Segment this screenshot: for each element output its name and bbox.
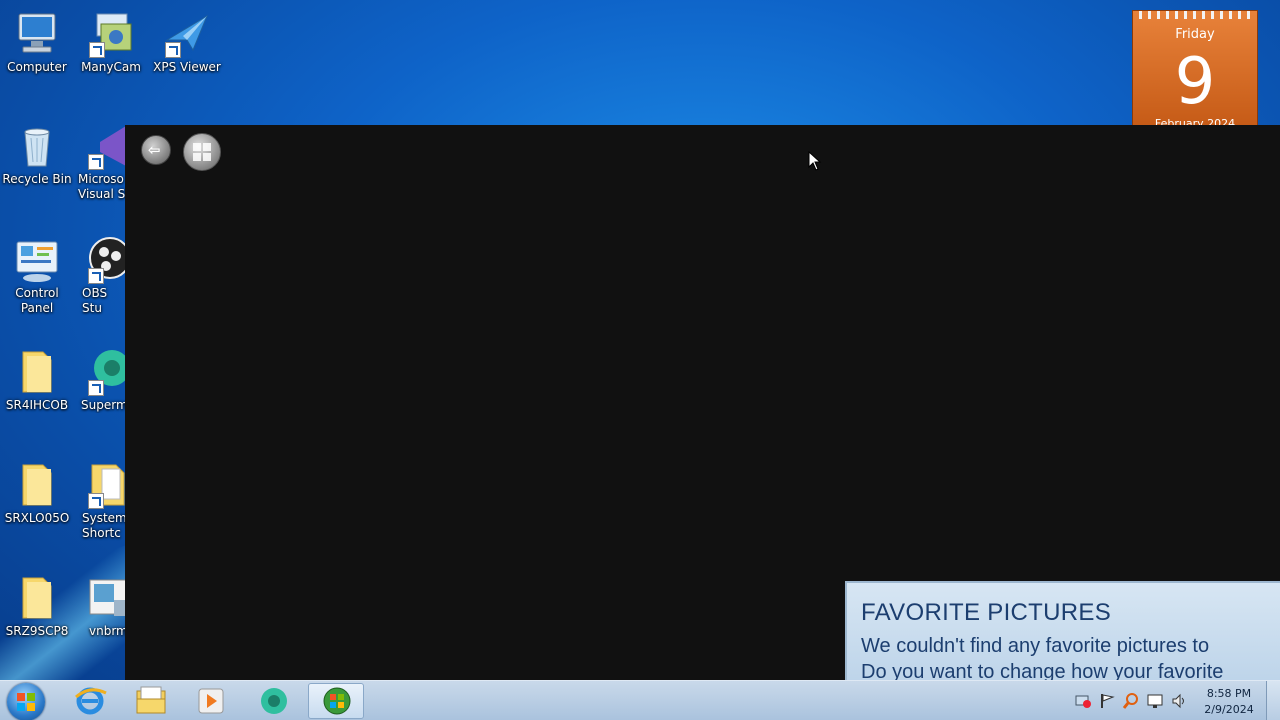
favorite-pictures-panel: FAVORITE PICTURES We couldn't find any f… (845, 581, 1280, 680)
folder-icon (13, 461, 61, 509)
message-line-2: Do you want to change how your favorite (861, 661, 1224, 680)
desktop-icon-label: Recycle Bin (2, 172, 72, 186)
desktop-icon-vnbrm[interactable]: vnbrm (74, 574, 126, 639)
message-line-1: We couldn't find any favorite pictures t… (861, 635, 1210, 657)
mouse-cursor-icon (808, 151, 822, 171)
recycle-bin-icon (13, 122, 61, 170)
calendar-binding-rings (1139, 11, 1253, 19)
shortcut-arrow-icon (88, 268, 104, 284)
desktop-icon-computer[interactable]: Computer (0, 10, 74, 75)
taskbar-internet-explorer[interactable] (62, 683, 118, 719)
control-panel-icon (13, 236, 61, 284)
desktop-icon-label: Control Panel (15, 286, 59, 315)
desktop-icon-label: ManyCam (81, 60, 141, 74)
action-center-flag-icon[interactable] (1099, 693, 1115, 709)
favorite-pictures-title: FAVORITE PICTURES (861, 599, 1112, 626)
desktop-icon-label: Microso Visual Stu (78, 172, 126, 201)
calendar-day-number: 9 (1174, 45, 1216, 119)
desktop-icon-label: Supermi (81, 398, 126, 412)
search-icon[interactable] (1123, 693, 1139, 709)
calendar-day-name: Friday (1175, 27, 1215, 42)
windows-orb-icon (193, 143, 211, 161)
desktop-icon-xps-viewer[interactable]: XPS Viewer (150, 10, 224, 75)
media-player-icon (198, 688, 224, 714)
taskbar-file-explorer[interactable] (123, 683, 179, 719)
desktop-icon-control-panel[interactable]: Control Panel (0, 236, 74, 316)
shortcut-arrow-icon (89, 42, 105, 58)
windows-orb-button[interactable] (183, 133, 221, 171)
shortcut-arrow-icon (88, 380, 104, 396)
show-desktop-button[interactable] (1266, 681, 1280, 720)
desktop-icon-label: vnbrm (89, 624, 126, 638)
desktop-icon-label: OBS Stu (82, 286, 108, 315)
folder-shortcut-icon (86, 461, 126, 509)
network-icon[interactable] (1075, 693, 1091, 709)
desktop-icon-label: System3 Shortc (82, 511, 126, 540)
browser-icon (261, 688, 287, 714)
calendar-gadget[interactable]: Friday 9 February 2024 (1132, 10, 1258, 130)
start-button[interactable] (7, 683, 45, 720)
display-icon[interactable] (1147, 693, 1163, 709)
photo-viewer-window: ⇦ FAVORITE PICTURES We couldn't find any… (125, 125, 1280, 680)
desktop-icon-label: SRZ9SCP8 (5, 624, 69, 638)
desktop-icon-label: SRXLO05O (4, 511, 70, 525)
desktop-icon-system-shortcut[interactable]: System3 Shortc (74, 461, 126, 541)
obs-studio-icon (86, 236, 126, 284)
desktop-icon-visual-studio[interactable]: Microso Visual Stu (74, 122, 126, 202)
folder-icon (13, 574, 61, 622)
back-arrow-icon: ⇦ (148, 141, 161, 159)
desktop-icon-label: Computer (7, 60, 67, 74)
favorite-pictures-message: We couldn't find any favorite pictures t… (861, 633, 1223, 680)
shortcut-arrow-icon (88, 154, 104, 170)
desktop-icon-folder-srxlo05o[interactable]: SRXLO05O (0, 461, 74, 526)
desktop-icon-label: SR4IHCOB (5, 398, 69, 412)
desktop-icon-manycam[interactable]: ManyCam (74, 10, 148, 75)
volume-icon[interactable] (1171, 693, 1187, 709)
taskbar-media-player[interactable] (183, 683, 239, 719)
back-button[interactable]: ⇦ (141, 135, 171, 165)
desktop-icon-recycle-bin[interactable]: Recycle Bin (0, 122, 74, 187)
internet-explorer-icon (75, 687, 107, 715)
taskbar: 8:58 PM 2/9/2024 (0, 680, 1280, 720)
windows-start-icon (17, 693, 35, 711)
shortcut-arrow-icon (165, 42, 181, 58)
taskbar-media-center[interactable] (308, 683, 364, 719)
desktop-icon-folder-srz9scp8[interactable]: SRZ9SCP8 (0, 574, 74, 639)
xps-viewer-icon (163, 10, 211, 58)
clock-date: 2/9/2024 (1204, 703, 1254, 716)
system-clock[interactable]: 8:58 PM 2/9/2024 (1198, 686, 1260, 718)
taskbar-browser[interactable] (246, 683, 302, 719)
manycam-icon (87, 10, 135, 58)
folder-icon (13, 348, 61, 396)
media-center-icon (323, 687, 351, 715)
shortcut-arrow-icon (88, 493, 104, 509)
desktop-icon-folder-sr4ihcob[interactable]: SR4IHCOB (0, 348, 74, 413)
supermium-icon (86, 348, 126, 396)
desktop-icon-supermium[interactable]: Supermi (74, 348, 126, 413)
computer-icon (13, 10, 61, 58)
vnbrm-icon (86, 574, 126, 622)
desktop-icon-label: XPS Viewer (153, 60, 221, 74)
clock-time: 8:58 PM (1206, 687, 1252, 700)
file-explorer-icon (136, 686, 166, 714)
visual-studio-icon (86, 122, 126, 170)
desktop-icon-obs-studio[interactable]: OBS Stu (74, 236, 126, 316)
